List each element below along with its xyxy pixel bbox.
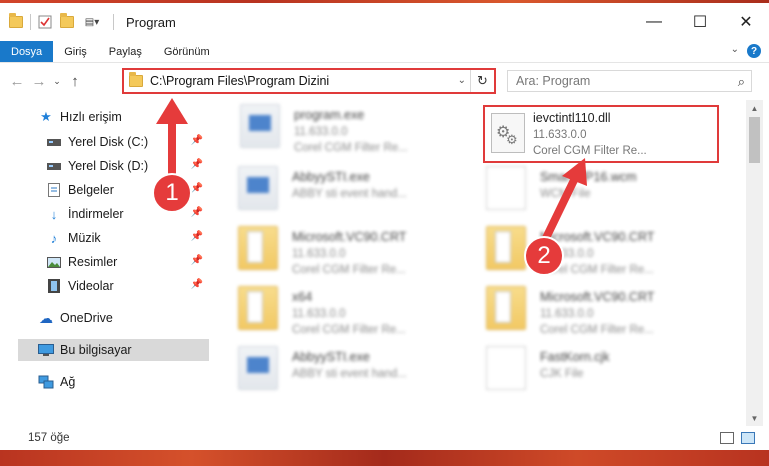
- annotation-arrows: [156, 98, 587, 240]
- arrow-1: [156, 98, 188, 178]
- step-2-callout: 2: [524, 236, 564, 276]
- step-1-callout: 1: [152, 173, 192, 213]
- file-explorer-window: ▤▾ Program — ☐ ✕ Dosya Giriş Paylaş Görü…: [0, 0, 769, 466]
- arrow-2: [542, 158, 587, 240]
